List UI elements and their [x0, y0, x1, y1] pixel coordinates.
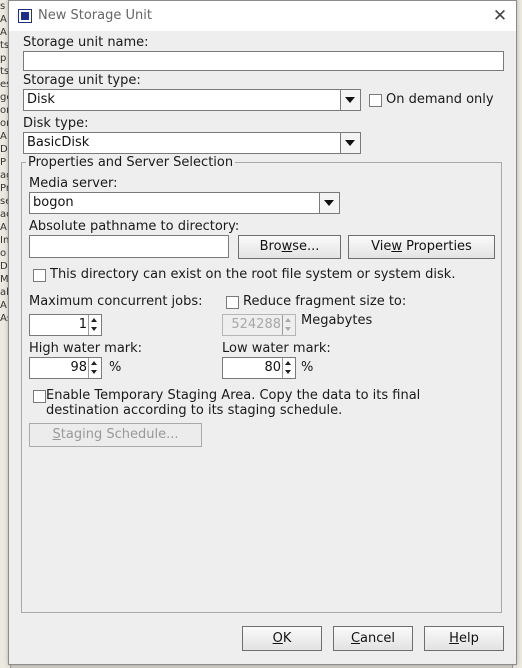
low-water-label: Low water mark: — [222, 341, 331, 356]
ok-mnemonic: O — [272, 631, 283, 646]
fragment-size-spinner[interactable] — [282, 315, 295, 335]
close-icon[interactable]: ✕ — [489, 5, 511, 27]
storage-unit-name-label: Storage unit name: — [23, 35, 149, 50]
cancel-button[interactable]: Cancel — [333, 626, 413, 651]
staging-schedule-label: taging Schedule... — [60, 427, 179, 442]
title-bar[interactable]: New Storage Unit ✕ — [9, 1, 516, 31]
low-water-spinner[interactable] — [282, 358, 295, 378]
max-jobs-stepper[interactable]: 1 — [29, 314, 102, 336]
fragment-size-value: 524288 — [231, 317, 281, 332]
arrow-up-icon[interactable] — [285, 318, 291, 322]
storage-unit-type-value: Disk — [27, 92, 55, 107]
help-label: elp — [458, 631, 479, 646]
media-server-label: Media server: — [29, 176, 118, 191]
browse-button[interactable]: Browse... — [238, 235, 341, 259]
staging-label-line1: Enable Temporary Staging Area. Copy the … — [46, 388, 421, 403]
disk-type-value: BasicDisk — [27, 135, 90, 150]
ok-button[interactable]: OK — [242, 626, 322, 651]
arrow-down-icon[interactable] — [91, 370, 97, 374]
view-properties-label-pre: Vie — [371, 239, 392, 254]
disk-type-select[interactable]: BasicDisk — [23, 132, 361, 154]
staging-label-line2: destination according to its staging sch… — [46, 403, 343, 418]
browse-label-post: se... — [292, 239, 320, 254]
high-water-unit: % — [109, 360, 122, 375]
arrow-down-icon[interactable] — [285, 370, 291, 374]
arrow-up-icon[interactable] — [91, 361, 97, 365]
low-water-stepper[interactable]: 80 — [222, 357, 296, 379]
reduce-fragment-checkbox[interactable] — [226, 296, 239, 309]
dialog-title: New Storage Unit — [38, 8, 152, 23]
help-button[interactable]: Help — [424, 626, 504, 651]
storage-unit-type-select[interactable]: Disk — [23, 89, 361, 111]
max-jobs-label: Maximum concurrent jobs: — [29, 294, 203, 309]
ok-label: K — [282, 631, 292, 646]
chevron-down-icon[interactable] — [340, 90, 360, 110]
low-water-unit: % — [301, 360, 314, 375]
chevron-down-icon[interactable] — [340, 133, 360, 153]
view-properties-button[interactable]: View Properties — [348, 235, 495, 259]
arrow-up-icon[interactable] — [91, 318, 97, 322]
disk-type-label: Disk type: — [23, 116, 89, 131]
cancel-label: ancel — [360, 631, 396, 646]
root-fs-label: This directory can exist on the root fil… — [50, 267, 456, 282]
view-properties-label-mnemonic: w — [391, 239, 402, 254]
high-water-spinner[interactable] — [88, 358, 101, 378]
path-input[interactable] — [29, 235, 229, 258]
reduce-fragment-label: Reduce fragment size to: — [243, 294, 407, 309]
media-server-select[interactable]: bogon — [29, 192, 340, 214]
fragment-size-stepper[interactable]: 524288 — [222, 314, 296, 336]
staging-schedule-mnemonic: S — [52, 427, 61, 442]
new-storage-unit-dialog: New Storage Unit ✕ Storage unit name: St… — [8, 0, 517, 665]
high-water-stepper[interactable]: 98 — [29, 357, 102, 379]
max-jobs-spinner[interactable] — [88, 315, 101, 335]
fragment-unit-label: Megabytes — [301, 313, 373, 328]
on-demand-label: On demand only — [386, 92, 494, 107]
storage-unit-name-input[interactable] — [23, 51, 504, 71]
storage-unit-type-label: Storage unit type: — [23, 73, 141, 88]
arrow-down-icon[interactable] — [91, 327, 97, 331]
chevron-down-icon[interactable] — [319, 193, 339, 213]
staging-schedule-button[interactable]: Staging Schedule... — [29, 423, 202, 447]
browse-label-pre: Bro — [259, 239, 282, 254]
cancel-mnemonic: C — [350, 631, 361, 646]
high-water-label: High water mark: — [29, 341, 143, 356]
view-properties-label-post: Properties — [402, 239, 472, 254]
staging-checkbox[interactable] — [33, 390, 46, 403]
low-water-value: 80 — [264, 360, 281, 375]
help-mnemonic: H — [449, 631, 459, 646]
properties-group-title: Properties and Server Selection — [26, 155, 236, 170]
high-water-value: 98 — [70, 360, 87, 375]
arrow-down-icon[interactable] — [285, 327, 291, 331]
browse-label-mnemonic: w — [281, 239, 293, 254]
max-jobs-value: 1 — [78, 317, 87, 332]
arrow-up-icon[interactable] — [285, 361, 291, 365]
path-label: Absolute pathname to directory: — [29, 219, 240, 234]
app-icon — [18, 9, 32, 23]
on-demand-checkbox[interactable] — [369, 94, 382, 107]
root-fs-checkbox[interactable] — [33, 269, 46, 282]
media-server-value: bogon — [33, 195, 74, 210]
